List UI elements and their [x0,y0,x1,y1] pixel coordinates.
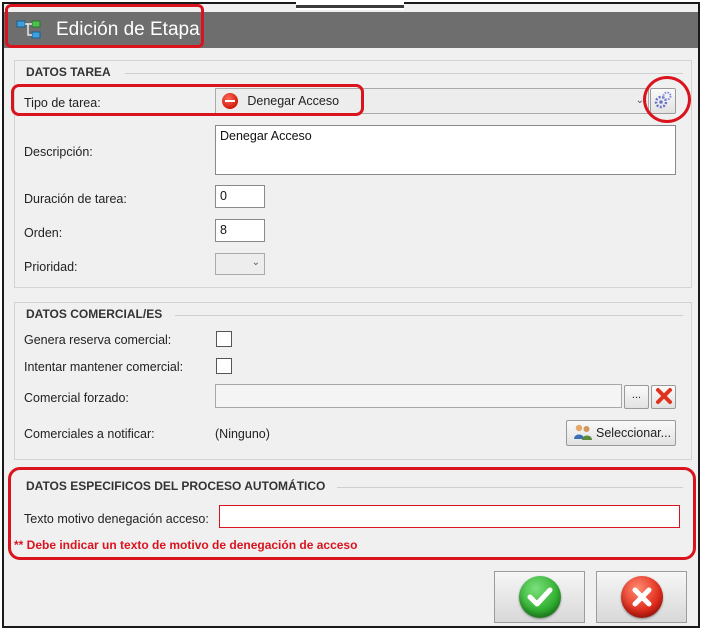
deny-icon [222,93,238,109]
section-divider [337,487,683,488]
workflow-icon [16,19,42,41]
descripcion-label: Descripción: [24,145,93,159]
mantener-comercial-checkbox[interactable] [216,358,232,374]
tipo-tarea-select[interactable]: Denegar Acceso ⌄ [215,88,649,114]
genera-reserva-label: Genera reserva comercial: [24,333,172,347]
gears-icon [653,90,673,113]
error-message: ** Debe indicar un texto de motivo de de… [14,538,358,552]
users-icon [573,423,593,444]
prioridad-select[interactable]: ⌄ [215,253,265,275]
accept-button[interactable] [494,571,585,623]
close-icon [620,576,663,618]
section-divider [175,315,683,316]
orden-input[interactable]: 8 [215,219,265,242]
comercial-forzado-input[interactable] [215,384,622,408]
mantener-comercial-label: Intentar mantener comercial: [24,360,184,374]
window-resize-grip[interactable] [296,0,404,10]
descripcion-textarea[interactable]: Denegar Acceso [215,125,676,175]
chevron-down-icon: ⌄ [635,95,644,106]
duracion-input[interactable]: 0 [215,185,265,208]
cancel-button[interactable] [596,571,687,623]
configure-task-button[interactable] [650,88,676,114]
edit-stage-window: Edición de Etapa DATOS TAREA Tipo de tar… [2,2,700,628]
seleccionar-button-label: Seleccionar... [596,426,672,440]
clear-comercial-button[interactable] [651,385,676,409]
duracion-label: Duración de tarea: [24,192,127,206]
checkmark-icon [518,576,561,618]
window-title: Edición de Etapa [56,19,200,40]
prioridad-label: Prioridad: [24,260,78,274]
section-title-datos-comercial: DATOS COMERCIAL/ES [26,307,163,321]
seleccionar-comerciales-button[interactable]: Seleccionar... [566,420,676,446]
motivo-denegacion-input[interactable] [219,505,680,528]
browse-comercial-button[interactable]: ... [624,385,649,409]
tipo-tarea-label: Tipo de tarea: [24,96,101,110]
comercial-forzado-label: Comercial forzado: [24,391,129,405]
motivo-denegacion-label: Texto motivo denegación acceso: [24,512,209,526]
tipo-tarea-value: Denegar Acceso [247,94,340,108]
browse-button-label: ... [631,389,642,401]
orden-label: Orden: [24,226,63,240]
genera-reserva-checkbox[interactable] [216,331,232,347]
section-title-datos-auto: DATOS ESPECIFICOS DEL PROCESO AUTOMÁTICO [26,479,326,493]
chevron-down-icon: ⌄ [251,257,260,268]
section-title-datos-tarea: DATOS TAREA [26,65,111,79]
comerciales-notificar-label: Comerciales a notificar: [24,427,155,441]
title-bar: Edición de Etapa [4,12,698,48]
section-divider [125,73,683,74]
comerciales-notificar-value: (Ninguno) [215,427,270,441]
close-icon [655,387,673,408]
